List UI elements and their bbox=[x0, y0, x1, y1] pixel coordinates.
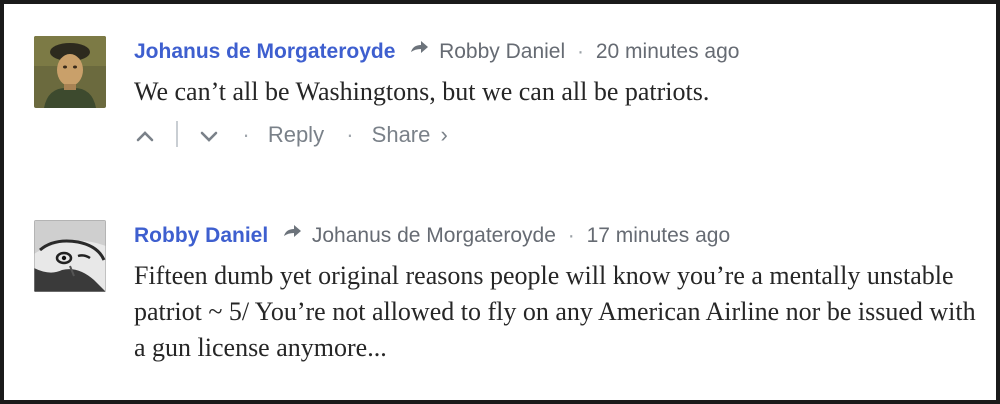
reply-arrow-icon bbox=[409, 30, 429, 70]
comment-text: We can’t all be Washingtons, but we can … bbox=[134, 77, 710, 106]
vote-divider bbox=[176, 121, 179, 148]
comment-meta: Robby Daniel Johanus de Morgateroyde · 1… bbox=[134, 216, 976, 256]
upvote-icon[interactable] bbox=[134, 123, 156, 145]
comment-text: Fifteen dumb yet original reasons people… bbox=[134, 261, 976, 362]
avatar[interactable] bbox=[34, 220, 106, 292]
author-name[interactable]: Johanus de Morgateroyde bbox=[134, 40, 395, 63]
comment-actions: · Reply · Share › bbox=[134, 118, 976, 152]
meta-separator: · bbox=[577, 40, 584, 63]
reply-to-name[interactable]: Johanus de Morgateroyde bbox=[312, 224, 556, 247]
painted-portrait-avatar-icon bbox=[34, 36, 106, 108]
reply-to-name[interactable]: Robby Daniel bbox=[439, 40, 565, 63]
action-separator: · bbox=[242, 122, 250, 147]
sketch-portrait-avatar-icon bbox=[34, 220, 106, 292]
comment-thread-panel: Johanus de Morgateroyde Robby Daniel · 2… bbox=[0, 0, 1000, 404]
downvote-icon[interactable] bbox=[198, 123, 220, 145]
timestamp[interactable]: 20 minutes ago bbox=[596, 40, 740, 63]
timestamp[interactable]: 17 minutes ago bbox=[587, 224, 731, 247]
action-separator: · bbox=[346, 122, 354, 147]
share-button[interactable]: Share bbox=[372, 122, 431, 147]
reply-arrow-icon bbox=[282, 214, 302, 254]
author-name[interactable]: Robby Daniel bbox=[134, 224, 268, 247]
reply-button[interactable]: Reply bbox=[268, 122, 324, 147]
meta-separator: · bbox=[567, 224, 575, 247]
comment-meta: Johanus de Morgateroyde Robby Daniel · 2… bbox=[134, 32, 976, 72]
share-chevron-icon: › bbox=[440, 122, 448, 147]
avatar[interactable] bbox=[34, 36, 106, 108]
